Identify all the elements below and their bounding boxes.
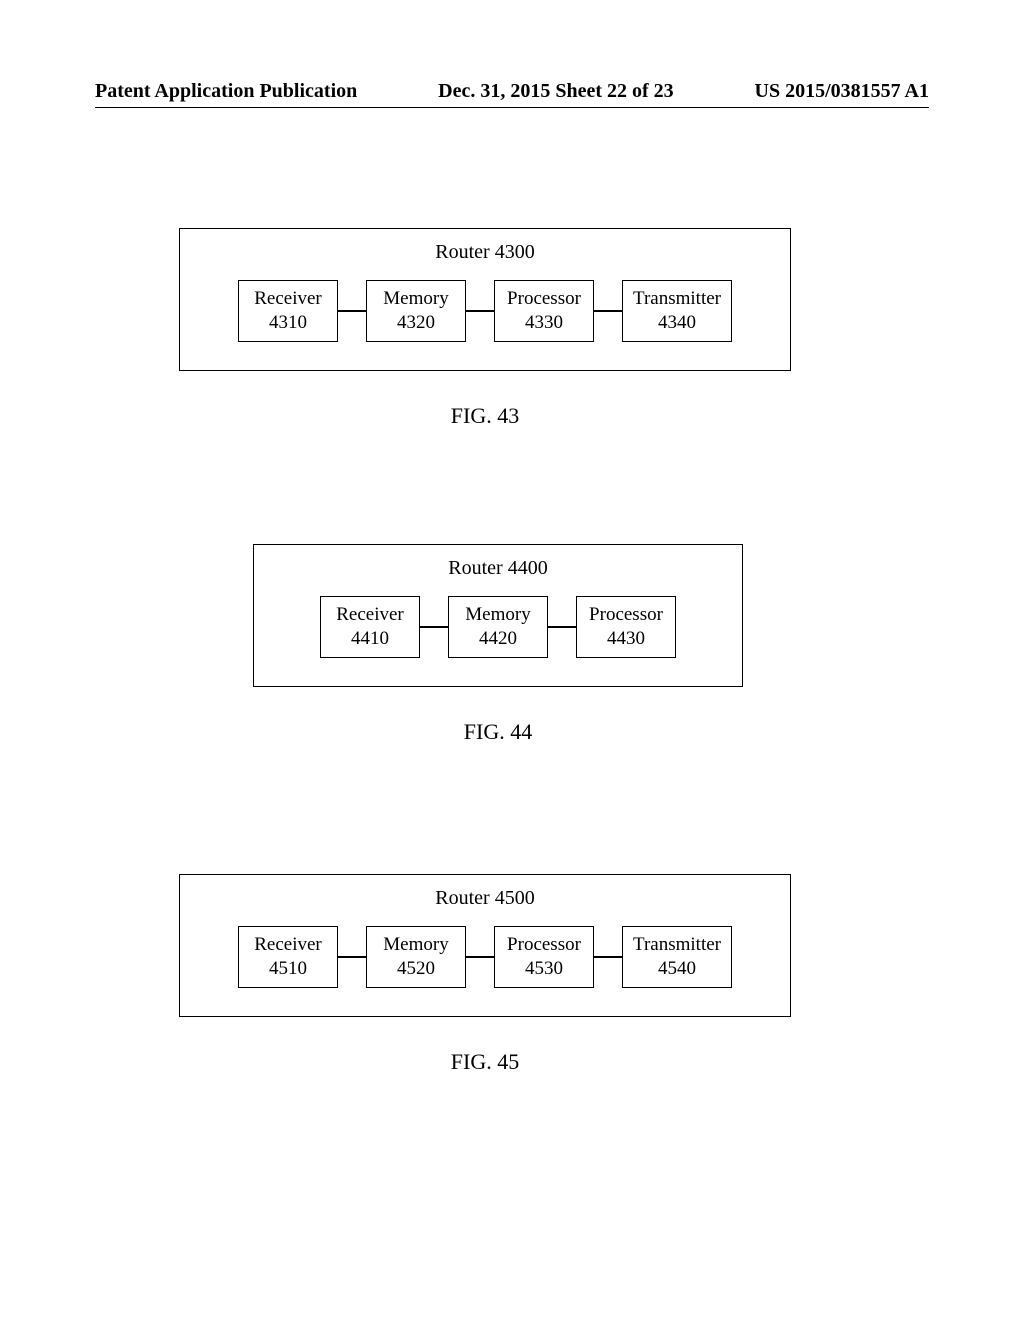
memory-4520-block: Memory4520 — [366, 926, 466, 988]
router-4400-box: Router 4400 Receiver4410 Memory4420 Proc… — [253, 544, 743, 687]
figure-43: Router 4300 Receiver4310 Memory4320 Proc… — [179, 228, 791, 429]
connector — [466, 956, 494, 958]
connector — [594, 956, 622, 958]
figure-45-caption: FIG. 45 — [179, 1049, 791, 1075]
header-right: US 2015/0381557 A1 — [755, 80, 929, 103]
connector — [548, 626, 576, 628]
router-4500-row: Receiver4510 Memory4520 Processor4530 Tr… — [180, 916, 790, 1016]
processor-4530-block: Processor4530 — [494, 926, 594, 988]
connector — [338, 956, 366, 958]
header-left: Patent Application Publication — [95, 80, 357, 103]
router-4500-box: Router 4500 Receiver4510 Memory4520 Proc… — [179, 874, 791, 1017]
router-4500-title: Router 4500 — [180, 887, 790, 910]
router-4300-box: Router 4300 Receiver4310 Memory4320 Proc… — [179, 228, 791, 371]
figure-45: Router 4500 Receiver4510 Memory4520 Proc… — [179, 874, 791, 1075]
receiver-4310-block: Receiver4310 — [238, 280, 338, 342]
receiver-4410-block: Receiver4410 — [320, 596, 420, 658]
memory-4420-block: Memory4420 — [448, 596, 548, 658]
connector — [338, 310, 366, 312]
figure-44: Router 4400 Receiver4410 Memory4420 Proc… — [253, 544, 743, 745]
transmitter-4340-block: Transmitter4340 — [622, 280, 732, 342]
router-4400-row: Receiver4410 Memory4420 Processor4430 — [254, 586, 742, 686]
page-header: Patent Application Publication Dec. 31, … — [95, 80, 929, 108]
connector — [466, 310, 494, 312]
router-4300-row: Receiver4310 Memory4320 Processor4330 Tr… — [180, 270, 790, 370]
connector — [420, 626, 448, 628]
connector — [594, 310, 622, 312]
processor-4330-block: Processor4330 — [494, 280, 594, 342]
router-4300-title: Router 4300 — [180, 241, 790, 264]
figure-43-caption: FIG. 43 — [179, 403, 791, 429]
transmitter-4540-block: Transmitter4540 — [622, 926, 732, 988]
router-4400-title: Router 4400 — [254, 557, 742, 580]
memory-4320-block: Memory4320 — [366, 280, 466, 342]
figure-44-caption: FIG. 44 — [253, 719, 743, 745]
receiver-4510-block: Receiver4510 — [238, 926, 338, 988]
header-mid: Dec. 31, 2015 Sheet 22 of 23 — [438, 80, 674, 103]
processor-4430-block: Processor4430 — [576, 596, 676, 658]
